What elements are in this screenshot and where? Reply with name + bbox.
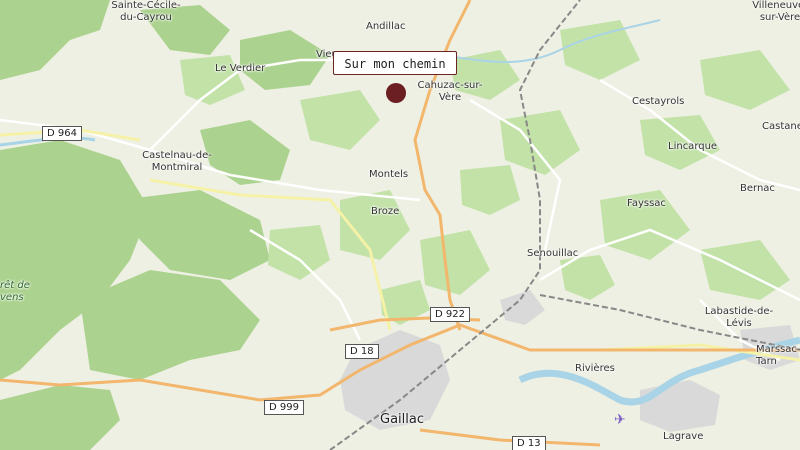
place-castelnau: Castelnau-de- Montmiral	[142, 150, 212, 173]
place-andillac: Andillac	[366, 21, 406, 32]
marker-tooltip: Sur mon chemin	[333, 51, 457, 75]
place-sainte-cecile: Sainte-Cécile-du-Cayrou	[111, 0, 181, 23]
place-rivieres: Rivières	[575, 363, 615, 374]
road-d964: D 964	[42, 126, 82, 141]
place-marssac: Marssac-sTarn	[756, 344, 800, 367]
road-d999: D 999	[264, 400, 304, 415]
road-d922: D 922	[430, 307, 470, 322]
airport-icon: ✈	[614, 412, 626, 428]
place-villeneuve: Villeneuve-sur-Vère	[752, 0, 800, 23]
place-cestayrols: Cestayrols	[632, 96, 685, 107]
place-broze: Broze	[371, 206, 400, 217]
place-montels: Montels	[369, 169, 409, 180]
place-lincarque: Lincarque	[668, 141, 718, 152]
place-castanet: Castane	[762, 121, 800, 132]
place-cahuzac: Cahuzac-sur- Vère	[417, 80, 483, 103]
road-d18: D 18	[345, 344, 379, 359]
place-senouillac: Senouillac	[527, 248, 579, 259]
road-d13: D 13	[512, 436, 546, 450]
place-foret: rêt de vens	[0, 280, 30, 303]
place-lagrave: Lagrave	[663, 431, 704, 442]
location-marker[interactable]	[386, 83, 406, 103]
place-bernac: Bernac	[740, 183, 775, 194]
place-gaillac: Gaillac	[380, 412, 424, 427]
place-fayssac: Fayssac	[627, 198, 666, 209]
place-labastide: Labastide-de- Lévis	[704, 306, 774, 329]
place-le-verdier: Le Verdier	[215, 63, 266, 74]
map-view[interactable]: ✈ Sainte-Cécile-du-Cayrou Andillac Vieu …	[0, 0, 800, 450]
